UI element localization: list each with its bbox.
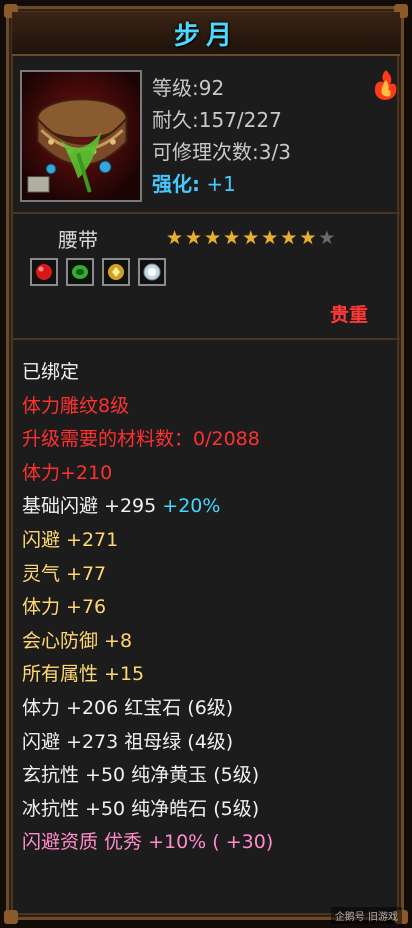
stamina-line: 体力 +76	[22, 596, 107, 619]
star-rating: ★ ★ ★ ★ ★ ★ ★ ★ ★	[166, 228, 335, 248]
divider	[12, 212, 400, 214]
repair-value: :3/3	[252, 140, 291, 164]
crit-defense-line: 会心防御 +8	[22, 629, 133, 652]
panel-corner-ornament	[4, 910, 18, 924]
gem-slot[interactable]	[102, 258, 130, 286]
base-dodge-line: 基础闪避 +295 +20%	[22, 490, 273, 524]
title-bar: 步月	[12, 12, 400, 56]
star-empty-icon: ★	[318, 227, 336, 249]
repair-label: 可修理次数	[152, 140, 252, 164]
stamina-bonus-line: 体力+210	[22, 461, 113, 484]
gem-dodge-line: 闪避 +273 祖母绿 (4级)	[22, 730, 234, 753]
enhance-value: +1	[206, 172, 236, 196]
enhance-line: 强化: +1	[152, 168, 291, 200]
item-type: 腰带	[58, 228, 98, 252]
upgrade-material-line: 升级需要的材料数：0/2088	[22, 428, 260, 451]
star-filled-icon: ★	[261, 227, 279, 249]
dodge-quality-line: 闪避资质 优秀 +10% ( +30)	[22, 831, 274, 854]
dodge-line: 闪避 +271	[22, 528, 119, 551]
star-filled-icon: ★	[185, 227, 203, 249]
star-filled-icon: ★	[280, 227, 298, 249]
gem-slots	[30, 258, 166, 286]
base-dodge-value: 基础闪避 +295	[22, 495, 157, 518]
star-filled-icon: ★	[223, 227, 241, 249]
durability-line: 耐久:157/227	[152, 104, 291, 136]
ice-resistance-line: 冰抗性 +50 纯净皓石 (5级)	[22, 797, 260, 820]
watermark: 企鹅号 旧游戏	[330, 907, 402, 924]
enhance-label: 强化:	[152, 172, 200, 196]
red-gem-icon	[36, 264, 52, 280]
durability-label: 耐久	[152, 108, 192, 132]
star-filled-icon: ★	[204, 227, 222, 249]
base-dodge-percent: +20%	[162, 495, 221, 518]
repair-line: 可修理次数:3/3	[152, 136, 291, 168]
dark-resistance-line: 玄抗性 +50 纯净黄玉 (5级)	[22, 764, 260, 787]
gem-slot[interactable]	[138, 258, 166, 286]
gem-stamina-line: 体力 +206 红宝石 (6级)	[22, 696, 234, 719]
durability-value: :157/227	[192, 108, 282, 132]
quality-badge: 贵重	[330, 304, 369, 326]
yellow-gem-icon	[108, 264, 124, 280]
carving-line: 体力雕纹8级	[22, 394, 130, 417]
star-filled-icon: ★	[299, 227, 317, 249]
item-stats: 等级:92 耐久:157/227 可修理次数:3/3 强化: +1	[152, 72, 291, 200]
gem-slot[interactable]	[66, 258, 94, 286]
level-label: 等级	[152, 76, 192, 100]
bound-status: 已绑定	[22, 361, 80, 383]
belt-item-icon[interactable]	[20, 70, 142, 202]
level-value: :92	[192, 76, 225, 100]
divider	[12, 338, 400, 340]
gem-slot[interactable]	[30, 258, 58, 286]
item-properties: 已绑定 体力雕纹8级 升级需要的材料数：0/2088 体力+210 基础闪避 +…	[22, 356, 273, 860]
green-gem-icon	[72, 265, 88, 279]
level-line: 等级:92	[152, 72, 291, 104]
fire-element-icon	[370, 68, 402, 102]
item-name: 步月	[173, 20, 238, 51]
white-gem-icon	[143, 263, 161, 281]
belt-icon	[22, 72, 140, 200]
all-attributes-line: 所有属性 +15	[22, 663, 145, 686]
star-filled-icon: ★	[166, 227, 184, 249]
spirit-line: 灵气 +77	[22, 562, 107, 585]
star-filled-icon: ★	[242, 227, 260, 249]
